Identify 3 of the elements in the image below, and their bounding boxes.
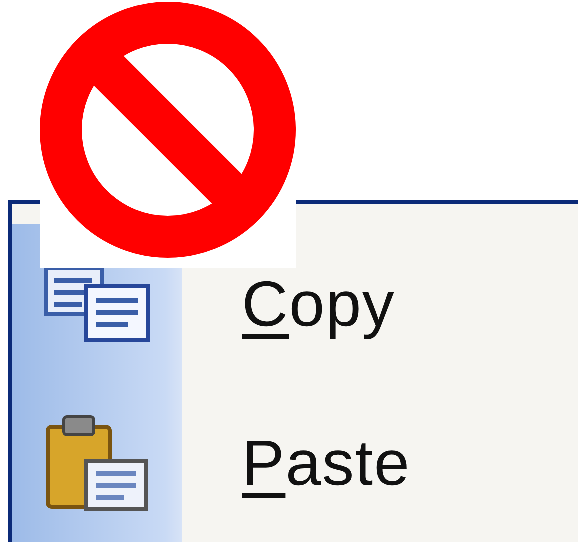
menu-item[interactable]: Copy xyxy=(242,266,396,340)
prohibited-sign-icon xyxy=(40,2,296,258)
menu-item[interactable]: Paste xyxy=(242,426,411,500)
